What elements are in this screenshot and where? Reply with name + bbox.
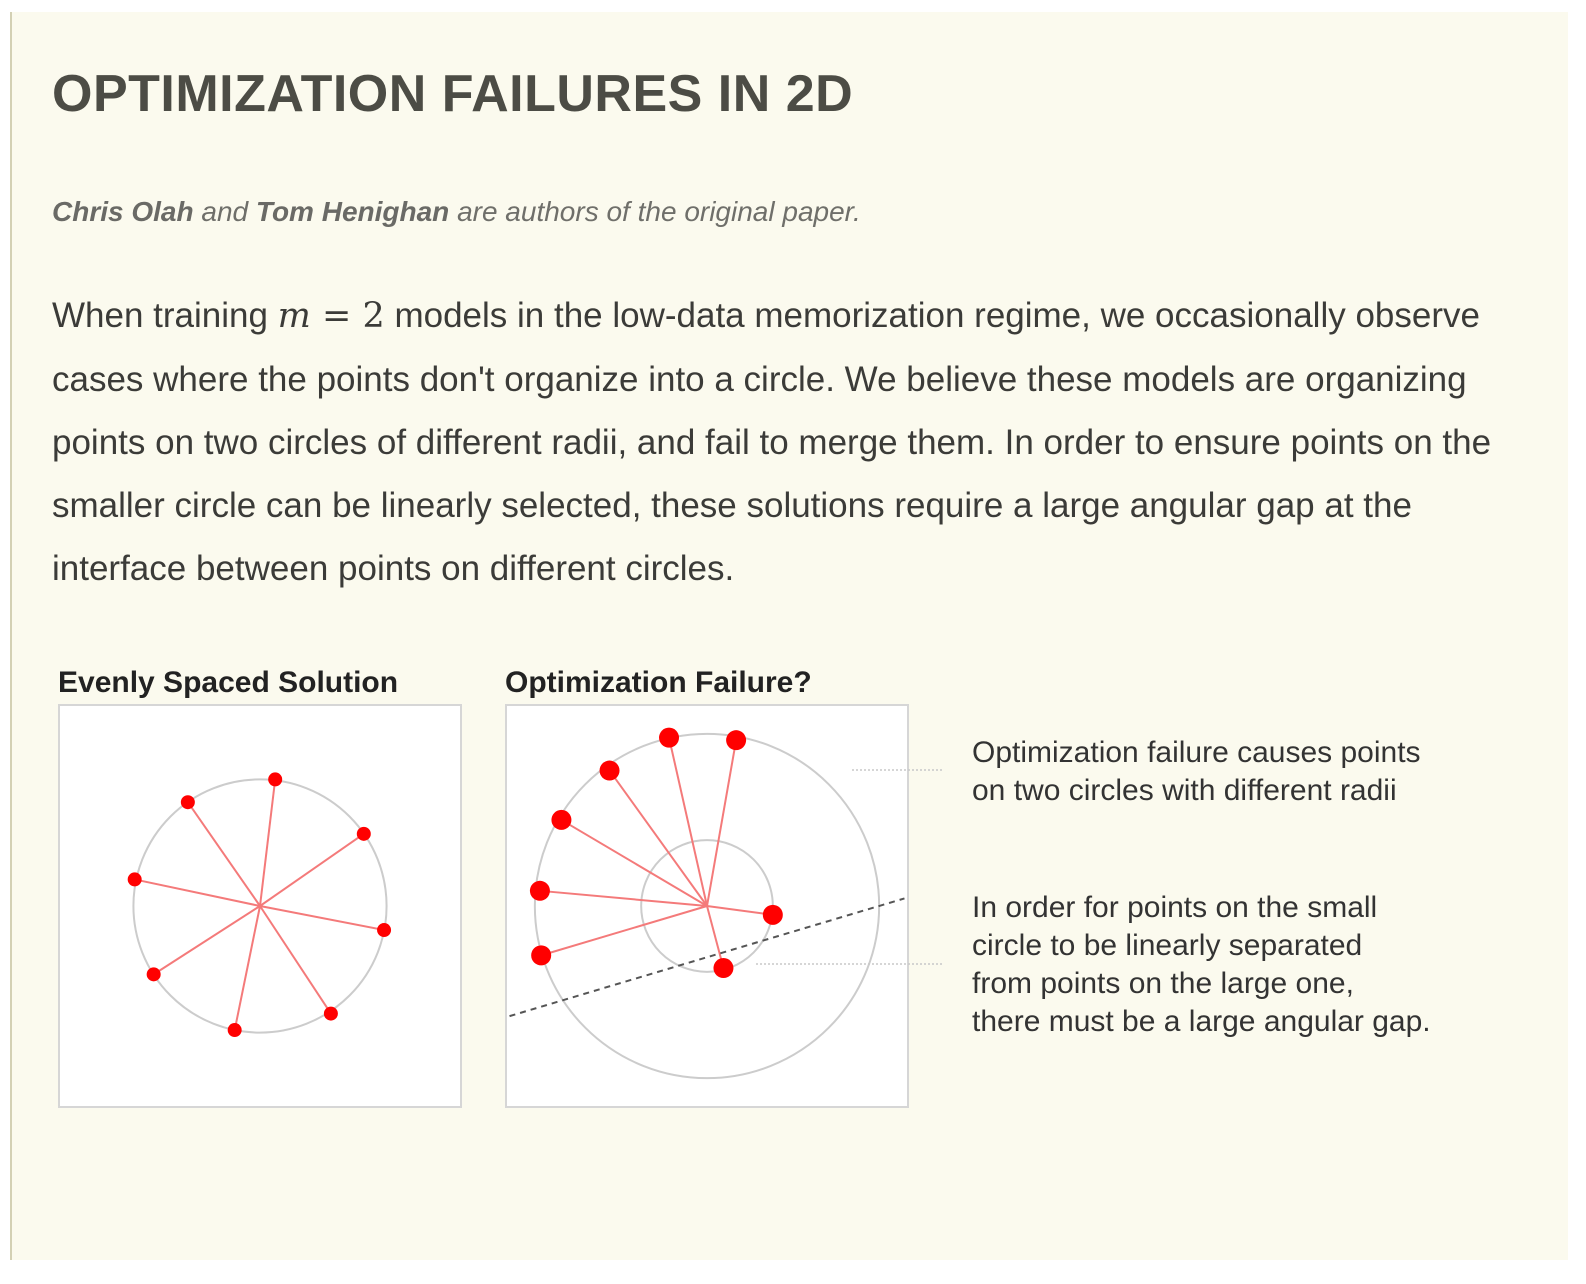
failure-spoke-2 — [706, 740, 738, 907]
math-variable: m — [277, 296, 311, 336]
failure-spoke-5 — [539, 889, 708, 907]
evenly-spaced-svg — [127, 772, 392, 1038]
evenly-spoke-4 — [259, 905, 332, 1015]
failure-point-7 — [762, 904, 783, 925]
evenly-point-7 — [127, 872, 142, 887]
annotation-2-line-3: from points on the large one, — [972, 967, 1354, 1000]
byline-connector: and — [201, 196, 249, 227]
evenly-point-5 — [227, 1023, 242, 1038]
byline-rest: are authors of the original paper. — [457, 196, 861, 227]
evenly-spoke-1 — [259, 779, 277, 907]
evenly-spoke-5 — [233, 905, 261, 1031]
evenly-point-4 — [323, 1006, 338, 1021]
evenly-point-6 — [146, 967, 161, 982]
math-value: 2 — [362, 296, 385, 336]
figure-title-optimization-failure: Optimization Failure? — [505, 666, 812, 699]
author-tom-henighan: Tom Henighan — [255, 196, 450, 227]
leader-line-annotation-1 — [852, 769, 944, 771]
leader-line-annotation-2 — [756, 963, 944, 965]
paragraph-rest: models in the low-data memorization regi… — [52, 296, 1492, 588]
failure-spoke-4 — [560, 819, 708, 907]
figure-title-evenly-spaced: Evenly Spaced Solution — [58, 666, 399, 699]
annotation-1-line-2: on two circles with different radii — [972, 774, 1397, 807]
failure-spoke-6 — [540, 905, 708, 957]
paragraph-lead: When training — [52, 296, 278, 335]
evenly-point-8 — [180, 795, 195, 810]
evenly-spoke-7 — [134, 878, 261, 907]
failure-point-8 — [713, 958, 734, 979]
annotation-angular-gap: In order for points on the small circle … — [972, 889, 1431, 1041]
section-title: OPTIMIZATION FAILURES IN 2D — [52, 65, 854, 123]
annotation-1-line-1: Optimization failure causes points — [972, 736, 1421, 769]
evenly-spoke-2 — [259, 833, 365, 907]
failure-point-6 — [531, 945, 552, 966]
evenly-spoke-8 — [187, 801, 261, 907]
evenly-point-2 — [356, 826, 371, 841]
failure-point-1 — [659, 727, 680, 748]
evenly-spaced-plot — [58, 704, 462, 1108]
evenly-spoke-6 — [153, 905, 261, 976]
math-operator: = — [310, 296, 363, 336]
failure-separator-line — [509, 897, 905, 1018]
body-paragraph: When training m = 2 models in the low-da… — [52, 284, 1542, 600]
optimization-failure-svg — [509, 727, 905, 1080]
math-expression: m = 2 — [278, 296, 385, 336]
failure-point-2 — [726, 730, 747, 751]
failure-point-3 — [599, 760, 620, 781]
failure-point-4 — [551, 809, 572, 830]
failure-point-5 — [529, 880, 550, 901]
evenly-point-3 — [377, 923, 392, 938]
annotation-2-line-4: there must be a large angular gap. — [972, 1005, 1431, 1038]
evenly-point-1 — [268, 772, 283, 787]
author-chris-olah: Chris Olah — [52, 196, 194, 227]
annotation-two-radii: Optimization failure causes points on tw… — [972, 734, 1421, 810]
evenly-spoke-3 — [259, 905, 385, 932]
author-byline: Chris Olah and Tom Henighan are authors … — [52, 196, 861, 228]
optimization-failure-plot — [505, 704, 909, 1108]
article-panel: OPTIMIZATION FAILURES IN 2D Chris Olah a… — [10, 12, 1568, 1260]
annotation-2-line-2: circle to be linearly separated — [972, 929, 1363, 962]
annotation-2-line-1: In order for points on the small — [972, 891, 1378, 924]
